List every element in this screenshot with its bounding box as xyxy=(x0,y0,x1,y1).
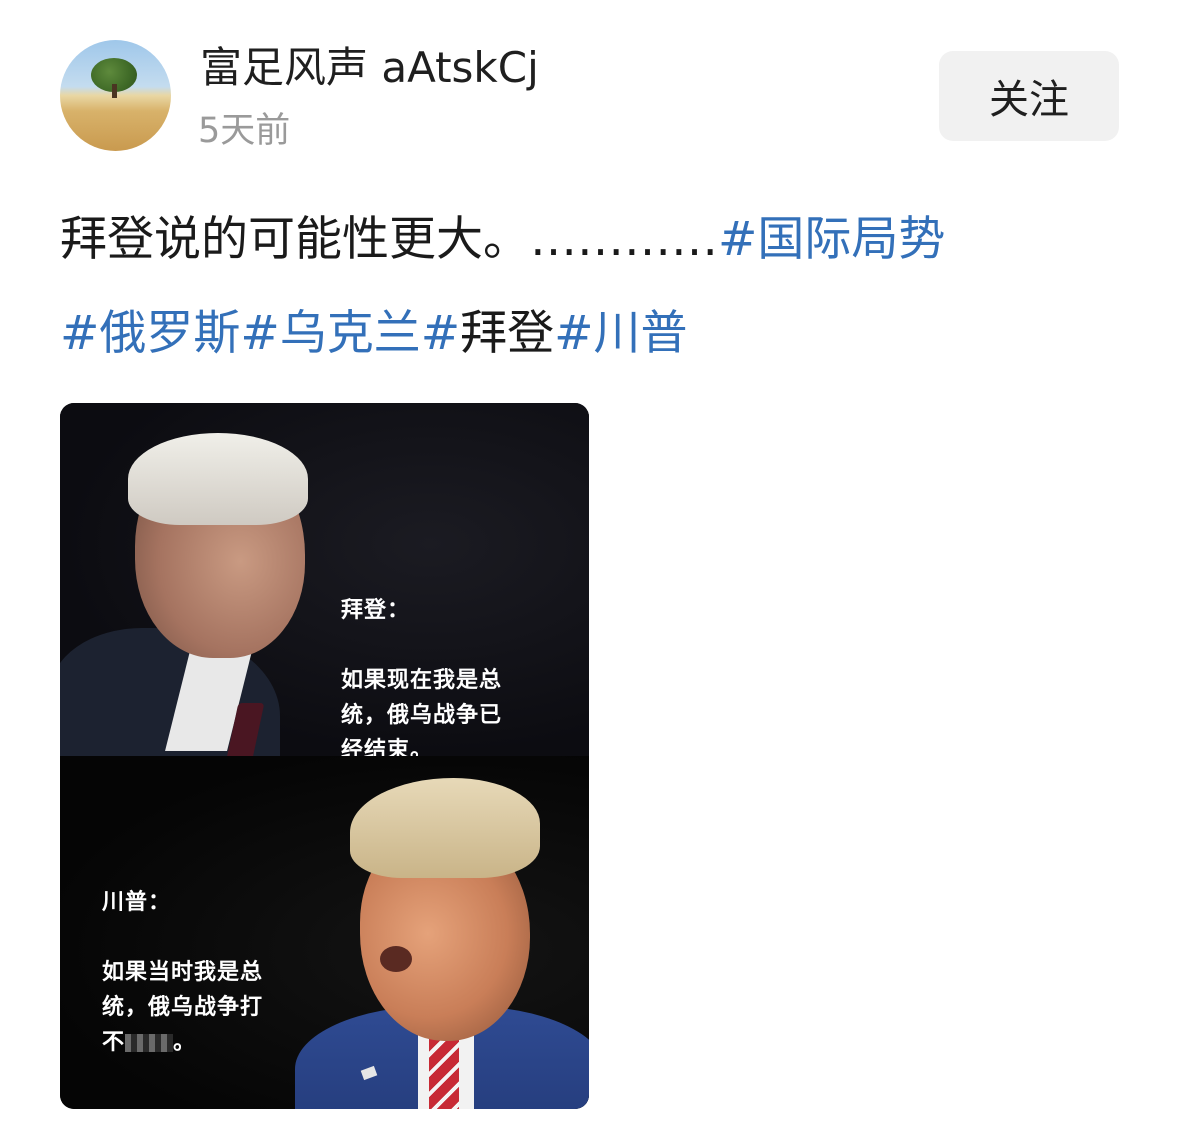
hashtag-biden-mark[interactable]: # xyxy=(421,306,460,361)
author-avatar[interactable] xyxy=(60,40,171,151)
hashtag-biden[interactable]: 拜登 xyxy=(460,306,554,361)
caption-biden-name: 拜登： xyxy=(341,598,411,623)
mosaic-blur-icon xyxy=(125,1034,174,1052)
follow-button[interactable]: 关注 xyxy=(939,51,1119,141)
hashtag-trump[interactable]: #川普 xyxy=(554,306,687,361)
tree-trunk-shape xyxy=(112,84,117,98)
post-body: 拜登说的可能性更大。…………#国际局势 #俄罗斯#乌克兰#拜登#川普 xyxy=(60,208,1140,366)
post-line-1: 拜登说的可能性更大。…………#国际局势 xyxy=(60,208,1140,272)
hashtag-international[interactable]: #国际局势 xyxy=(718,212,945,267)
post-image[interactable]: 拜登： 如果现在我是总 统，俄乌战争已 经结束。 川普： 如果当时我是总 统，俄… xyxy=(60,403,589,1109)
figure-hair-shape xyxy=(128,433,308,525)
post-line-2: #俄罗斯#乌克兰#拜登#川普 xyxy=(60,302,1140,366)
hashtag-russia[interactable]: #俄罗斯 xyxy=(60,306,240,361)
figure-mouth-shape xyxy=(380,946,412,972)
caption-biden-quote: 如果现在我是总 统，俄乌战争已 经结束。 xyxy=(341,668,503,756)
caption-trump: 川普： 如果当时我是总 统，俄乌战争打 不。 xyxy=(102,850,332,1060)
post-time: 5天前 xyxy=(198,111,291,151)
hashtag-ukraine[interactable]: #乌克兰 xyxy=(240,306,420,361)
figure-hair-shape xyxy=(350,778,540,878)
image-panel-biden: 拜登： 如果现在我是总 统，俄乌战争已 经结束。 xyxy=(60,403,589,756)
caption-trump-quote-end: 。 xyxy=(173,1030,197,1055)
caption-biden: 拜登： 如果现在我是总 统，俄乌战争已 经结束。 xyxy=(341,558,571,756)
author-name[interactable]: 富足风声 aAtskCj xyxy=(200,40,539,96)
caption-trump-name: 川普： xyxy=(102,890,172,915)
image-panel-trump: 川普： 如果当时我是总 统，俄乌战争打 不。 xyxy=(60,756,589,1109)
post-text: 拜登说的可能性更大。………… xyxy=(60,212,718,267)
